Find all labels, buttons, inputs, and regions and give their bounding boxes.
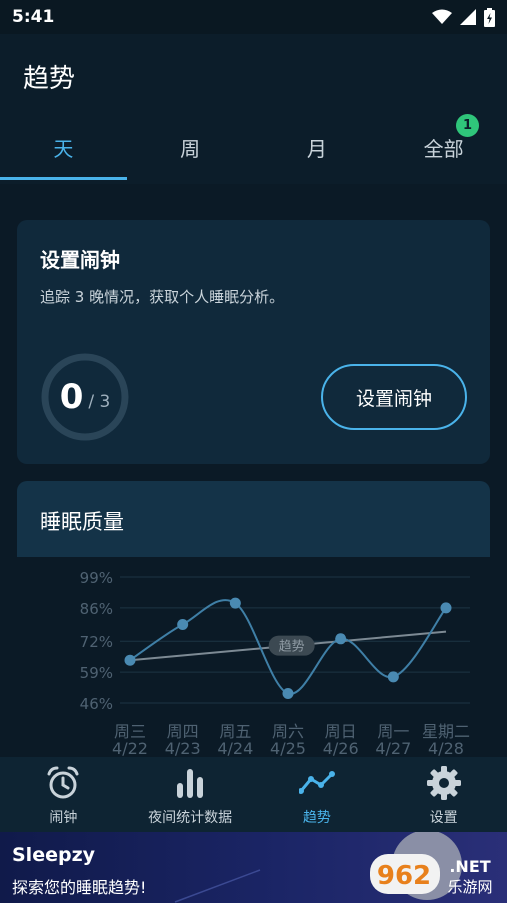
tab-day-label: 天 [53,136,74,161]
set-alarm-card: 设置闹钟 追踪 3 晚情况，获取个人睡眠分析。 0 / 3 设置闹钟 [17,220,490,464]
tab-all-label: 全部 [423,136,464,161]
tab-active-indicator [0,177,127,180]
data-point [229,597,241,609]
watermark-domain: .NET [449,857,490,876]
nav-item-night-stats[interactable]: 夜间统计数据 [127,757,254,832]
bar-chart-icon [177,769,204,798]
status-time: 5:41 [12,7,55,27]
ad-banner[interactable]: Sleepzy 探索您的睡眠趋势! 962 .NET 乐游网 [0,832,507,903]
ad-subtitle: 探索您的睡眠趋势! [12,878,147,897]
page-title: 趋势 [23,64,76,94]
y-tick-label: 59% [80,664,113,682]
data-point [282,687,294,699]
x-tick-label-date: 4/28 [428,739,464,757]
nav-item-trends[interactable]: 趋势 [254,757,381,832]
progress-total: / 3 [88,392,111,412]
x-tick-label-date: 4/26 [323,739,359,757]
x-tick-label-date: 4/25 [270,739,306,757]
x-tick-label-date: 4/24 [217,739,253,757]
sleep-quality-chart: 99%86%72%59%46%趋势周三4/22周四4/23周五4/24周六4/2… [80,569,470,758]
status-bar: 5:41 [0,0,507,34]
tab-week-label: 周 [180,136,201,161]
x-tick-label-date: 4/27 [375,739,411,757]
bottom-nav: 闹钟 夜间统计数据 趋势 设置 [0,757,507,832]
nav-item-settings[interactable]: 设置 [380,757,507,832]
ad-title: Sleepzy [12,844,96,866]
data-point [387,671,399,683]
watermark-text: 乐游网 [447,878,492,896]
nav-label-trends: 趋势 [302,810,331,826]
tab-month[interactable]: 月 [254,114,381,180]
nav-label-alarm: 闹钟 [49,810,78,826]
x-tick-label-date: 4/23 [165,739,201,757]
nights-progress-ring: 0 / 3 [40,352,130,442]
gear-icon [426,766,461,800]
x-tick-label-date: 4/22 [112,739,148,757]
app-header: 趋势 天 周 月 全部 1 [0,34,507,184]
tab-day[interactable]: 天 [0,114,127,180]
tab-all[interactable]: 全部 [380,114,507,180]
y-tick-label: 46% [80,695,113,713]
alarm-card-description: 追踪 3 晚情况，获取个人睡眠分析。 [40,288,285,306]
nav-label-settings: 设置 [429,810,458,826]
watermark-number: 962 [377,861,431,891]
y-tick-label: 99% [80,569,113,587]
period-tabs: 天 周 月 全部 [0,114,507,180]
trend-line-icon [298,771,335,794]
set-alarm-button[interactable]: 设置闹钟 [321,364,467,430]
sleep-quality-chart-area: 99% 86% 72% 59% 46% 趋势 周三 4/22 周四 4/23 周五 4/24 周六 4/2… [0,557,507,758]
wifi-icon [432,9,452,24]
nav-label-night-stats: 夜间统计数据 [148,810,233,826]
progress-current: 0 [59,377,84,417]
tab-month-label: 月 [306,136,327,161]
alarm-card-title: 设置闹钟 [40,248,120,272]
status-icons [432,7,495,27]
y-tick-label: 72% [80,633,113,651]
signal-icon [460,9,476,25]
data-point [440,602,452,614]
nav-item-alarm[interactable]: 闹钟 [0,757,127,832]
sleep-quality-title: 睡眠质量 [40,510,124,534]
sleep-quality-card: 睡眠质量 [17,481,490,557]
progress-count: 0 / 3 [40,352,130,442]
data-point [124,654,136,666]
battery-icon [484,7,495,27]
trend-label: 趋势 [279,639,305,655]
watermark-logo: 962 .NET 乐游网 [370,854,493,896]
data-point [335,633,347,645]
alarm-clock-icon [47,766,79,799]
tab-all-badge: 1 [456,114,479,137]
y-tick-label: 86% [80,600,113,618]
data-point [177,619,189,631]
tab-week[interactable]: 周 [127,114,254,180]
